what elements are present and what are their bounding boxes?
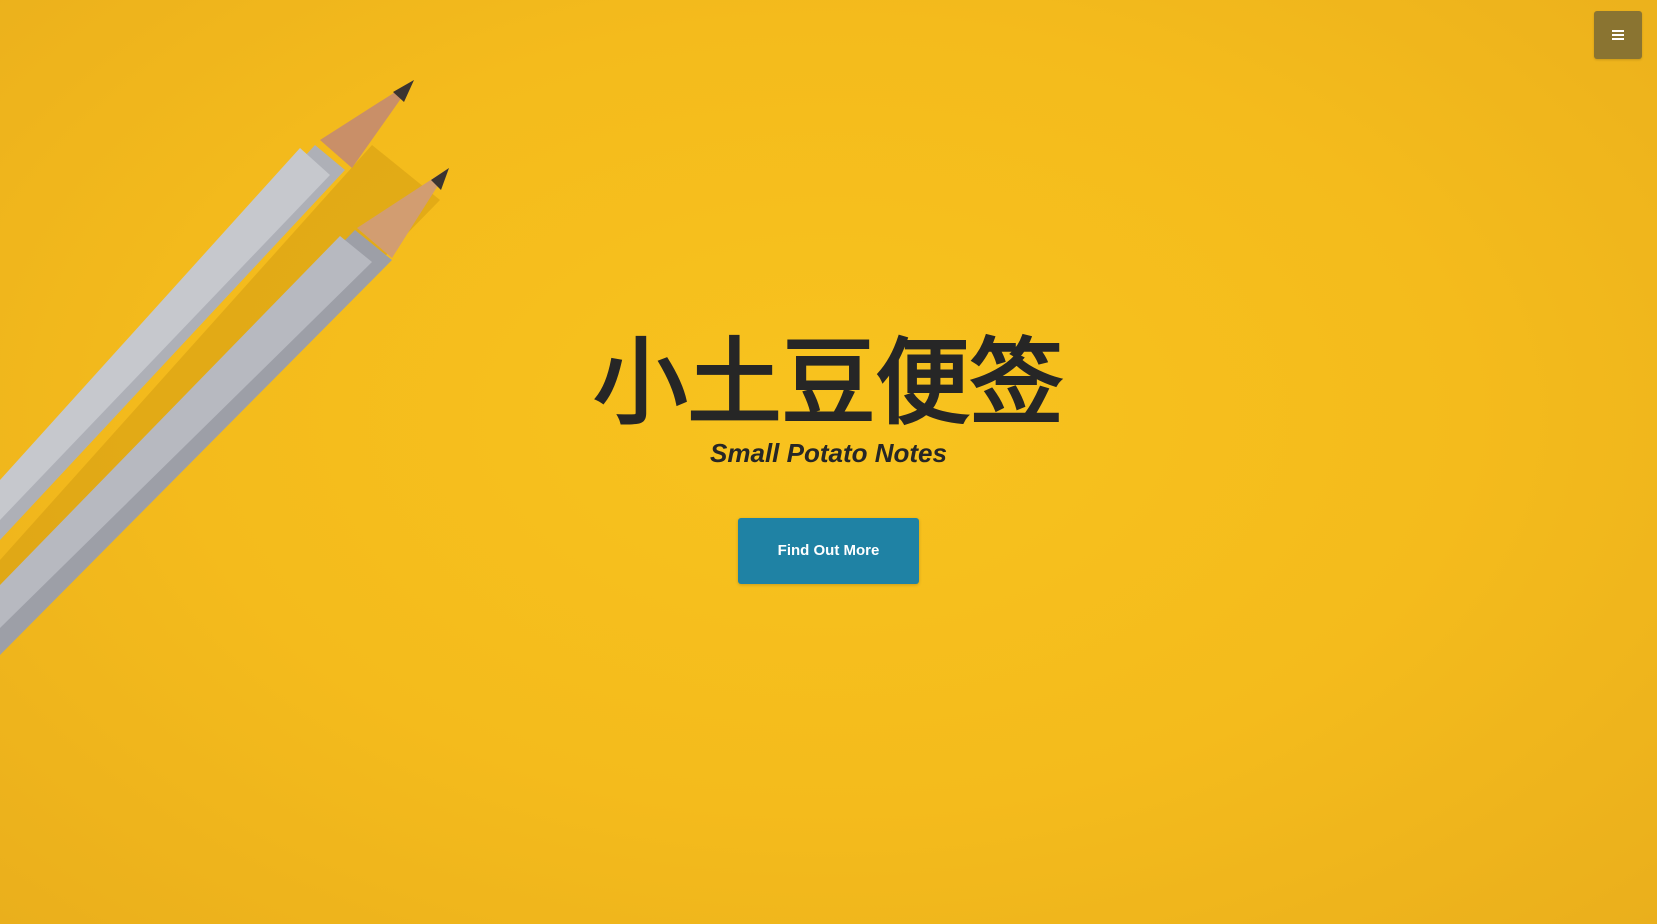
- page-title: 小土豆便签: [593, 329, 1064, 438]
- hamburger-menu-icon: [1612, 30, 1624, 40]
- page-subtitle: Small Potato Notes: [710, 438, 947, 468]
- hero-section: 小土豆便签 Small Potato Notes Find Out More: [0, 0, 1657, 924]
- menu-button[interactable]: [1594, 11, 1642, 59]
- hero-content: 小土豆便签 Small Potato Notes Find Out More: [0, 332, 1657, 584]
- find-out-more-button[interactable]: Find Out More: [738, 518, 919, 584]
